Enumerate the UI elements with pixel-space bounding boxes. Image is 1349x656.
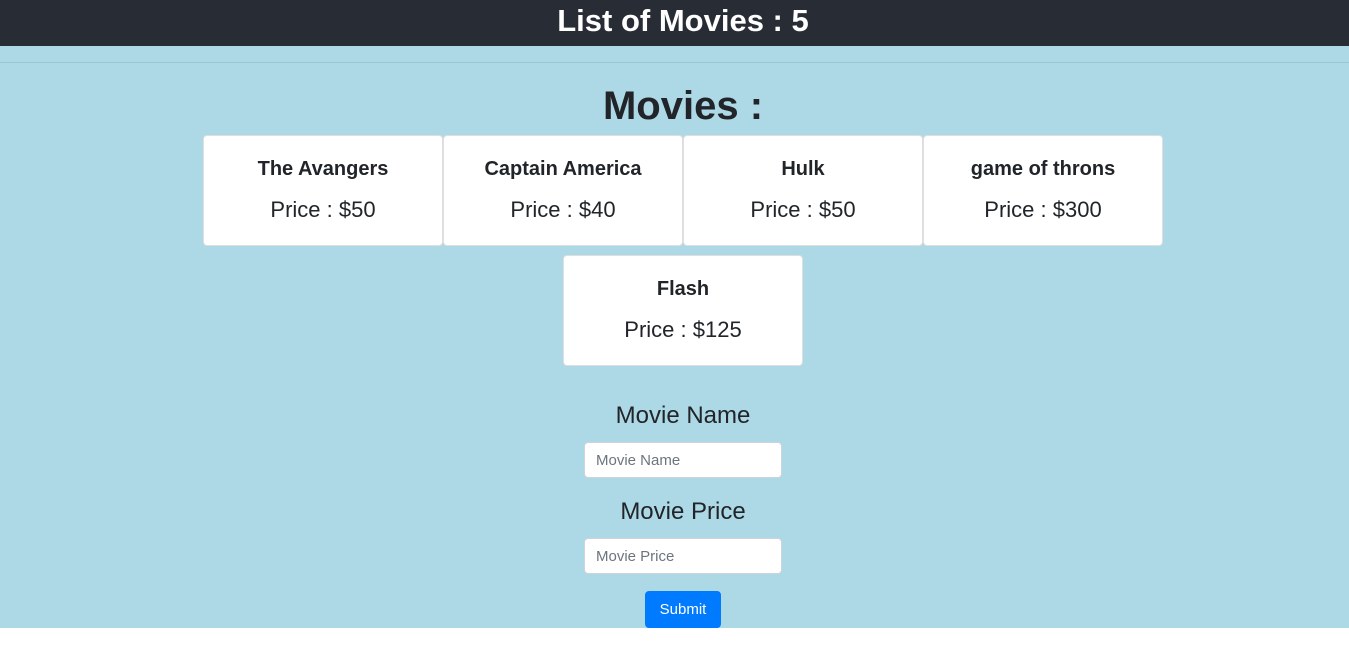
- main-section: Movies : The Avangers Price : $50 Captai…: [0, 46, 1349, 628]
- divider: [0, 62, 1349, 63]
- movie-card: The Avangers Price : $50: [203, 135, 443, 246]
- movie-price: Price : $50: [270, 197, 376, 222]
- movie-price-input[interactable]: [584, 538, 782, 574]
- movie-price-label: Movie Price: [620, 498, 746, 525]
- movies-heading: Movies :: [602, 84, 764, 128]
- movie-price: Price : $125: [624, 317, 742, 342]
- submit-button[interactable]: Submit: [645, 591, 721, 628]
- movie-price: Price : $40: [510, 197, 616, 222]
- movie-title: The Avangers: [257, 158, 389, 180]
- movie-title: Flash: [656, 278, 710, 300]
- movie-card: Flash Price : $125: [563, 255, 803, 366]
- movie-title: Captain America: [484, 158, 642, 180]
- movie-card: Hulk Price : $50: [683, 135, 923, 246]
- movie-price: Price : $300: [984, 197, 1102, 222]
- movie-price: Price : $50: [750, 197, 856, 222]
- movie-card: game of throns Price : $300: [923, 135, 1163, 246]
- movie-title: Hulk: [781, 158, 825, 180]
- movie-title: game of throns: [970, 158, 1116, 180]
- app-header: List of Movies : 5: [0, 0, 1349, 46]
- movie-name-input[interactable]: [584, 442, 782, 478]
- page-title: List of Movies : 5: [557, 3, 809, 38]
- movie-card: Captain America Price : $40: [443, 135, 683, 246]
- movie-name-label: Movie Name: [615, 402, 751, 429]
